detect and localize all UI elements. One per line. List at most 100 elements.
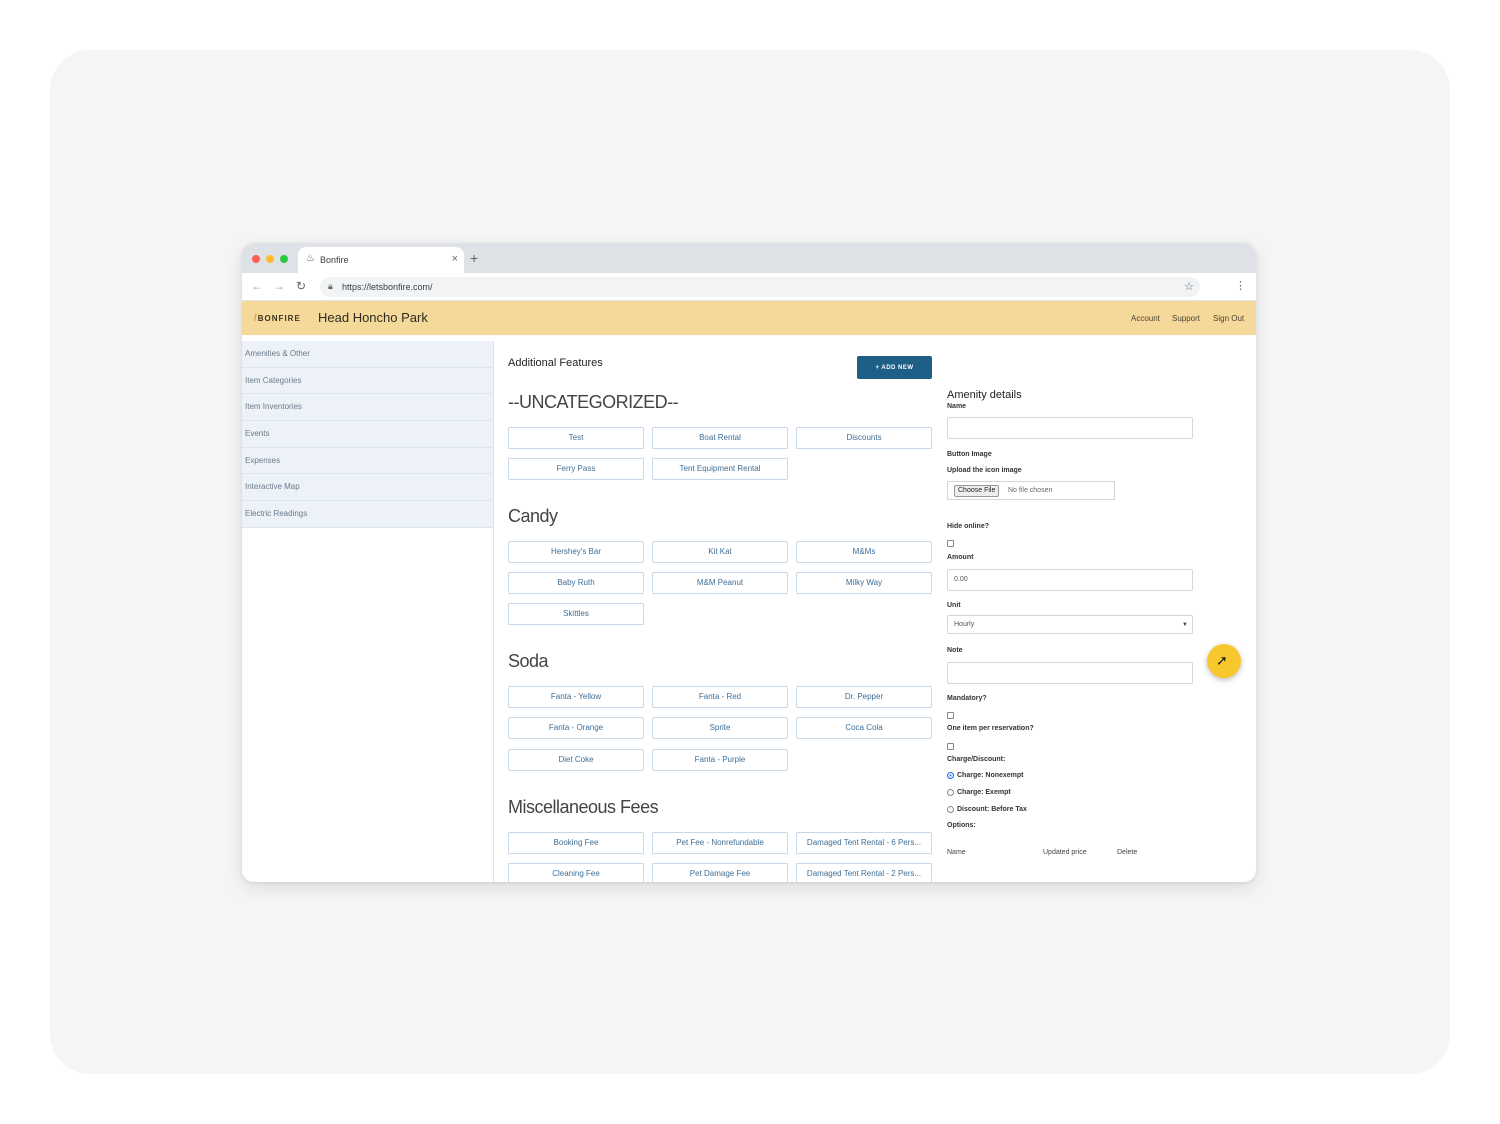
- feature-chip[interactable]: Hershey's Bar: [508, 541, 644, 563]
- name-label: Name: [947, 403, 967, 410]
- feature-chip[interactable]: Fanta - Yellow: [508, 686, 644, 708]
- feature-chip[interactable]: Fanta - Orange: [508, 717, 644, 739]
- back-icon[interactable]: ←: [251, 279, 263, 293]
- chevron-down-icon: ▼: [1182, 622, 1188, 628]
- address-bar: ← → ↻ 🔒︎ https://letsbonfire.com/ ☆ ⋮: [242, 273, 1256, 301]
- no-file-text: No file chosen: [1008, 487, 1053, 494]
- feature-chip[interactable]: Milky Way: [796, 572, 932, 594]
- options-column-name: Name: [947, 849, 966, 856]
- close-window-button[interactable]: [252, 255, 260, 263]
- choose-file-button[interactable]: Choose File: [954, 485, 1000, 497]
- sidebar: Amenities & Other Item Categories Item I…: [242, 341, 494, 882]
- feature-chip[interactable]: Dr. Pepper: [796, 686, 932, 708]
- feature-chip[interactable]: Booking Fee: [508, 832, 644, 854]
- bookmark-star-icon[interactable]: ☆: [1184, 280, 1194, 293]
- category-title: --UNCATEGORIZED--: [508, 392, 679, 412]
- charge-nonexempt-label: Charge: Nonexempt: [957, 772, 1024, 779]
- category-title: Miscellaneous Fees: [508, 797, 659, 817]
- one-item-label: One item per reservation?: [947, 725, 1034, 732]
- feature-chip[interactable]: Discounts: [796, 427, 932, 449]
- feature-chip[interactable]: Diet Coke: [508, 749, 644, 771]
- forward-icon[interactable]: →: [273, 279, 285, 293]
- hide-online-checkbox[interactable]: [947, 540, 954, 547]
- feature-chip[interactable]: Cleaning Fee: [508, 863, 644, 882]
- tab-title: Bonfire: [320, 255, 349, 265]
- close-tab-icon[interactable]: ×: [452, 253, 458, 265]
- discount-before-tax-label: Discount: Before Tax: [957, 806, 1027, 813]
- sidebar-item-item-categories[interactable]: Item Categories: [242, 367, 493, 395]
- sidebar-item-events[interactable]: Events: [242, 421, 493, 448]
- bonfire-logo[interactable]: /BONFIRE: [254, 313, 301, 324]
- button-image-label: Button Image: [947, 451, 992, 458]
- note-label: Note: [947, 647, 963, 654]
- feature-chip[interactable]: Pet Fee - Nonrefundable: [652, 832, 788, 854]
- feature-chip[interactable]: Test: [508, 427, 644, 449]
- feature-chip[interactable]: Baby Ruth: [508, 572, 644, 594]
- feature-chip[interactable]: M&M Peanut: [652, 572, 788, 594]
- feature-chip[interactable]: Damaged Tent Rental - 6 Pers...: [796, 832, 932, 854]
- unit-selected-value: Hourly: [954, 621, 975, 628]
- sidebar-item-interactive-map[interactable]: Interactive Map: [242, 474, 493, 502]
- charge-nonexempt-radio[interactable]: [947, 772, 954, 779]
- tab-bar: ♨ Bonfire × +: [242, 243, 1256, 273]
- mandatory-checkbox[interactable]: [947, 712, 954, 719]
- browser-menu-icon[interactable]: ⋮: [1235, 279, 1246, 292]
- feature-chip[interactable]: Sprite: [652, 717, 788, 739]
- sign-out-link[interactable]: Sign Out: [1213, 314, 1244, 323]
- discount-before-tax-radio[interactable]: [947, 806, 954, 813]
- feature-chip[interactable]: M&Ms: [796, 541, 932, 563]
- amount-field[interactable]: 0.00: [947, 569, 1193, 591]
- name-field[interactable]: [947, 417, 1193, 439]
- support-link[interactable]: Support: [1172, 314, 1200, 323]
- sidebar-item-item-inventories[interactable]: Item Inventories: [242, 394, 493, 422]
- panel-title: Amenity details: [947, 389, 1022, 401]
- feature-chip[interactable]: Coca Cola: [796, 717, 932, 739]
- logo-text: BONFIRE: [257, 314, 301, 323]
- flame-icon: ♨: [306, 253, 315, 264]
- feature-chip[interactable]: Tent Equipment Rental: [652, 458, 788, 480]
- charge-exempt-radio[interactable]: [947, 789, 954, 796]
- url-field[interactable]: 🔒︎ https://letsbonfire.com/ ☆: [320, 277, 1200, 297]
- amount-value: 0.00: [954, 576, 968, 583]
- maximize-window-button[interactable]: [280, 255, 288, 263]
- charge-exempt-label: Charge: Exempt: [957, 789, 1011, 796]
- page-title: Additional Features: [508, 357, 603, 369]
- help-chat-button[interactable]: ➚: [1207, 644, 1241, 678]
- file-upload-field: Choose File No file chosen: [947, 481, 1115, 500]
- mandatory-label: Mandatory?: [947, 695, 987, 702]
- feature-chip[interactable]: Fanta - Purple: [652, 749, 788, 771]
- charge-discount-label: Charge/Discount:: [947, 756, 1006, 763]
- hide-online-label: Hide online?: [947, 523, 989, 530]
- reload-icon[interactable]: ↻: [296, 279, 306, 293]
- feature-chip[interactable]: Skittles: [508, 603, 644, 625]
- lock-icon: 🔒︎: [328, 281, 333, 291]
- note-field[interactable]: [947, 662, 1193, 684]
- category-title: Soda: [508, 651, 549, 671]
- account-link[interactable]: Account: [1131, 314, 1160, 323]
- new-tab-icon[interactable]: +: [470, 250, 478, 266]
- features-list: Additional Features + ADD NEW --UNCATEGO…: [494, 341, 934, 882]
- one-item-checkbox[interactable]: [947, 743, 954, 750]
- feature-chip[interactable]: Pet Damage Fee: [652, 863, 788, 882]
- sidebar-item-expenses[interactable]: Expenses: [242, 447, 493, 475]
- options-column-updated-price: Updated price: [1043, 849, 1087, 856]
- amenity-details-panel: Amenity details Name Button Image Upload…: [947, 341, 1207, 882]
- unit-select[interactable]: Hourly ▼: [947, 615, 1193, 634]
- feature-chip[interactable]: Damaged Tent Rental - 2 Pers...: [796, 863, 932, 882]
- feature-chip[interactable]: Kit Kat: [652, 541, 788, 563]
- feature-chip[interactable]: Boat Rental: [652, 427, 788, 449]
- sidebar-item-electric-readings[interactable]: Electric Readings: [242, 501, 493, 528]
- category-title: Candy: [508, 506, 558, 526]
- sidebar-item-amenities[interactable]: Amenities & Other: [242, 341, 493, 368]
- amount-label: Amount: [947, 554, 974, 561]
- feature-chip[interactable]: Fanta - Red: [652, 686, 788, 708]
- url-text: https://letsbonfire.com/: [342, 282, 433, 292]
- feature-chip[interactable]: Ferry Pass: [508, 458, 644, 480]
- add-new-button[interactable]: + ADD NEW: [857, 356, 932, 379]
- park-name: Head Honcho Park: [318, 310, 428, 325]
- browser-tab[interactable]: ♨ Bonfire ×: [298, 247, 464, 273]
- unit-label: Unit: [947, 602, 961, 609]
- app-header: /BONFIRE Head Honcho Park Account Suppor…: [242, 301, 1256, 335]
- minimize-window-button[interactable]: [266, 255, 274, 263]
- options-column-delete: Delete: [1117, 849, 1138, 856]
